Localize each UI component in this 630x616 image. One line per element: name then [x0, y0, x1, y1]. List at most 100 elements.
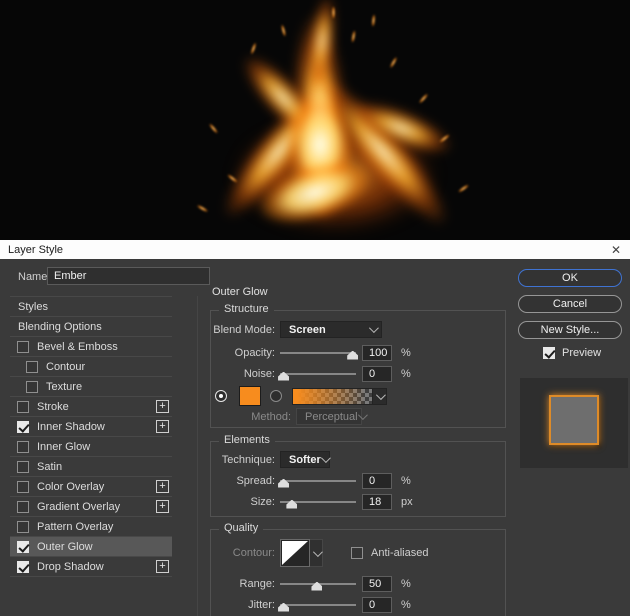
jitter-input[interactable]: 0	[362, 596, 392, 613]
spread-input[interactable]: 0	[362, 472, 392, 489]
sidebar-item-stroke[interactable]: Stroke +	[10, 397, 172, 417]
add-effect-instance-button[interactable]: +	[156, 500, 169, 513]
sidebar-item-label: Stroke	[37, 400, 69, 413]
chevron-down-icon	[368, 323, 379, 334]
blend-mode-label: Blend Mode:	[213, 323, 275, 336]
cancel-button[interactable]: Cancel	[518, 295, 622, 313]
noise-input[interactable]: 0	[362, 365, 392, 382]
technique-value: Softer	[289, 453, 321, 466]
sidebar-item-contour[interactable]: Contour	[10, 357, 172, 377]
ok-button[interactable]: OK	[518, 269, 622, 287]
solid-color-radio[interactable]	[215, 390, 227, 402]
gradient-radio[interactable]	[270, 390, 282, 402]
sidebar-item-blending-options[interactable]: Blending Options	[10, 317, 172, 337]
preview-checkbox[interactable]	[543, 347, 555, 359]
close-icon[interactable]: ✕	[611, 243, 630, 257]
sidebar-item-outer-glow[interactable]: Outer Glow	[10, 537, 172, 557]
elements-legend: Elements	[219, 434, 275, 446]
opacity-input[interactable]: 100	[362, 344, 392, 361]
technique-select[interactable]: Softer	[280, 451, 331, 468]
sidebar-divider	[197, 296, 198, 616]
noise-label: Noise:	[243, 367, 275, 380]
noise-slider[interactable]	[278, 367, 356, 381]
slider-track	[280, 351, 356, 354]
effect-checkbox[interactable]	[17, 500, 29, 513]
add-effect-instance-button[interactable]: +	[156, 420, 169, 433]
sidebar-item-label: Inner Glow	[37, 440, 91, 453]
effect-checkbox[interactable]	[17, 420, 29, 433]
opacity-unit: %	[401, 346, 411, 359]
effect-checkbox[interactable]	[17, 520, 29, 533]
sidebar-item-label: Inner Shadow	[37, 420, 105, 433]
size-input[interactable]: 18	[362, 493, 392, 510]
blend-mode-value: Screen	[289, 323, 326, 336]
contour-label: Contour:	[232, 547, 275, 559]
sidebar-item-label: Satin	[37, 460, 63, 473]
style-name-input[interactable]: Ember	[47, 267, 210, 285]
structure-group: Structure Blend Mode: Screen Opacity: 10…	[210, 303, 506, 428]
fire-spark	[196, 203, 209, 214]
effect-checkbox[interactable]	[26, 380, 38, 393]
effect-checkbox[interactable]	[17, 460, 29, 473]
sidebar-item-texture[interactable]: Texture	[10, 377, 172, 397]
new-style-button[interactable]: New Style...	[518, 321, 622, 339]
style-preview-panel	[520, 378, 628, 468]
sidebar-item-label: Blending Options	[18, 320, 102, 333]
size-slider[interactable]	[280, 495, 356, 509]
jitter-slider[interactable]	[278, 598, 356, 612]
chevron-down-icon	[375, 389, 386, 400]
gradient-swatch[interactable]	[292, 387, 373, 405]
effect-checkbox[interactable]	[17, 440, 29, 453]
sidebar-item-color-overlay[interactable]: Color Overlay +	[10, 477, 172, 497]
noise-unit: %	[401, 367, 411, 380]
anti-aliased-label: Anti-aliased	[371, 547, 429, 559]
sidebar-item-drop-shadow[interactable]: Drop Shadow +	[10, 557, 172, 577]
dialog-titlebar: Layer Style ✕	[0, 240, 630, 259]
sidebar-item-label: Pattern Overlay	[37, 520, 114, 533]
effect-checkbox[interactable]	[17, 540, 29, 553]
sidebar-item-label: Texture	[46, 380, 83, 393]
range-slider[interactable]	[280, 577, 356, 591]
elements-group: Elements Technique: Softer Spread: 0 % S…	[210, 434, 506, 517]
opacity-slider[interactable]	[280, 346, 359, 360]
blend-mode-select[interactable]: Screen	[280, 321, 382, 338]
sidebar-item-satin[interactable]: Satin	[10, 457, 172, 477]
effect-checkbox[interactable]	[17, 340, 29, 353]
chevron-down-icon	[357, 410, 368, 421]
layer-style-dialog: Name: Ember Styles Blending Options Bevel …	[0, 259, 630, 616]
add-effect-instance-button[interactable]: +	[156, 400, 169, 413]
jitter-label: Jitter:	[248, 598, 275, 611]
spread-unit: %	[401, 474, 411, 487]
sidebar-item-pattern-overlay[interactable]: Pattern Overlay	[10, 517, 172, 537]
panel-title: Outer Glow	[212, 286, 268, 298]
add-effect-instance-button[interactable]: +	[156, 480, 169, 493]
effect-checkbox[interactable]	[26, 360, 38, 373]
method-label: Method:	[251, 410, 291, 423]
sidebar-item-inner-shadow[interactable]: Inner Shadow +	[10, 417, 172, 437]
spread-slider[interactable]	[278, 474, 356, 488]
sidebar-item-gradient-overlay[interactable]: Gradient Overlay +	[10, 497, 172, 517]
method-select: Perceptual	[296, 408, 368, 425]
add-effect-instance-button[interactable]: +	[156, 560, 169, 573]
range-input[interactable]: 50	[362, 575, 392, 592]
glow-color-swatch[interactable]	[239, 386, 261, 406]
chevron-down-icon	[320, 453, 331, 464]
contour-picker-button[interactable]	[310, 539, 323, 567]
sidebar-item-label: Contour	[46, 360, 86, 373]
jitter-unit: %	[401, 598, 411, 611]
sidebar-item-styles[interactable]: Styles	[10, 297, 172, 317]
anti-aliased-checkbox[interactable]	[351, 547, 363, 559]
sidebar-item-inner-glow[interactable]: Inner Glow	[10, 437, 172, 457]
effect-checkbox[interactable]	[17, 400, 29, 413]
contour-thumbnail[interactable]	[280, 539, 310, 567]
effect-checkbox[interactable]	[17, 480, 29, 493]
dialog-title: Layer Style	[8, 243, 64, 256]
sidebar-item-bevel-emboss[interactable]: Bevel & Emboss	[10, 337, 172, 357]
sidebar-item-label: Bevel & Emboss	[37, 340, 118, 353]
structure-legend: Structure	[219, 303, 274, 315]
effect-checkbox[interactable]	[17, 560, 29, 573]
fire-spark	[388, 56, 399, 69]
fire-spark	[208, 122, 219, 135]
chevron-down-icon	[312, 546, 323, 557]
gradient-picker-button[interactable]	[373, 387, 387, 405]
